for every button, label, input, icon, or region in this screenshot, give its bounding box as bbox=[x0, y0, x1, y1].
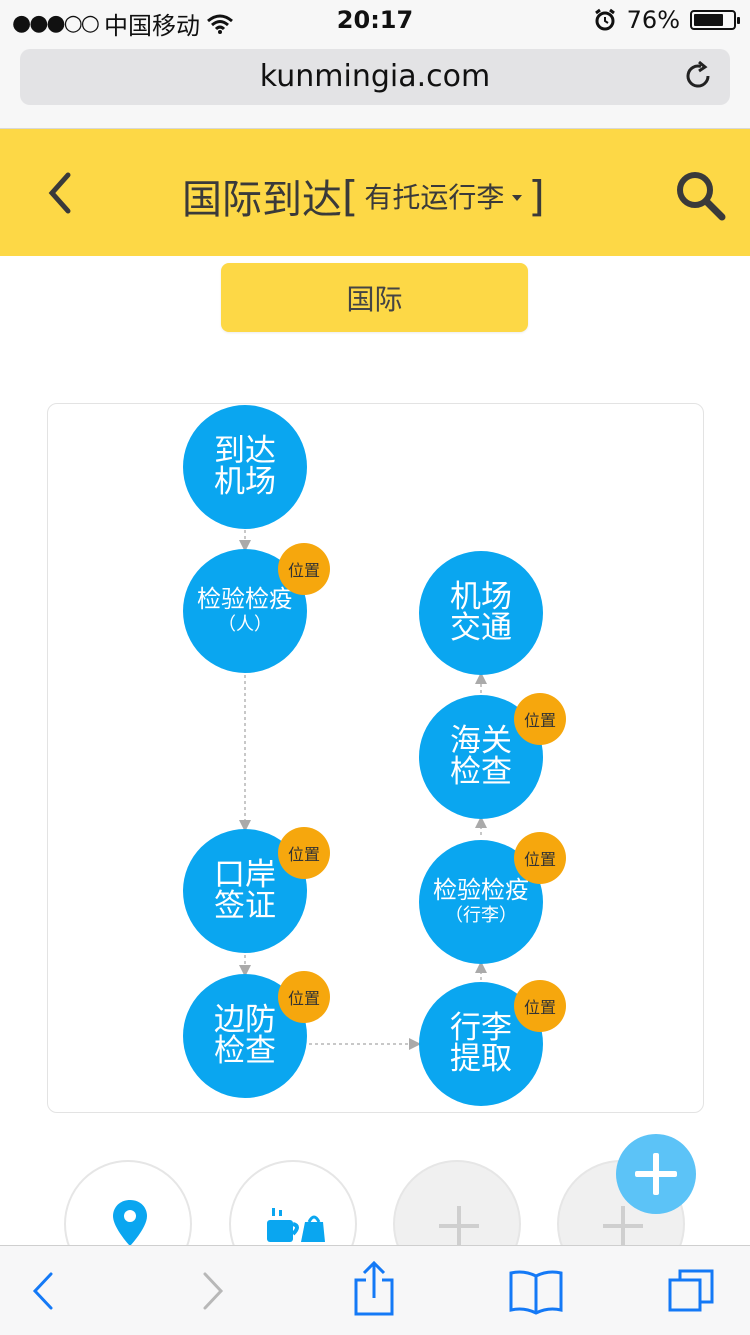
node-label-line1: 检验检疫 bbox=[197, 585, 293, 613]
location-badge[interactable]: 位置 bbox=[514, 693, 566, 745]
node-label-line2: 交通 bbox=[450, 610, 512, 646]
flow-node-airport-transport[interactable]: 机场 交通 bbox=[419, 551, 543, 675]
node-label-line1: 到达 bbox=[214, 433, 276, 469]
node-label-line2: 检查 bbox=[214, 1033, 276, 1069]
node-label-line1: 海关 bbox=[450, 723, 512, 759]
location-badge[interactable]: 位置 bbox=[514, 980, 566, 1032]
node-label-line1: 边防 bbox=[214, 1002, 276, 1038]
share-icon[interactable] bbox=[349, 1260, 399, 1318]
node-label-line1: 机场 bbox=[450, 579, 512, 615]
node-label-line1: 行李 bbox=[450, 1010, 512, 1046]
location-badge[interactable]: 位置 bbox=[278, 971, 330, 1023]
node-label-line2: 检查 bbox=[450, 754, 512, 790]
tabs-icon[interactable] bbox=[666, 1266, 716, 1316]
back-icon[interactable] bbox=[20, 1266, 70, 1316]
forward-icon[interactable] bbox=[186, 1266, 236, 1316]
category-tab-international[interactable]: 国际 bbox=[221, 263, 528, 332]
filter-label[interactable]: 有托运行李 bbox=[364, 176, 504, 216]
location-pin-icon bbox=[113, 1200, 147, 1246]
alarm-icon bbox=[594, 8, 615, 31]
status-bar: ●●●○○ 中国移动 20:17 76% bbox=[0, 0, 750, 40]
browser-address-area: kunmingia.com bbox=[0, 40, 750, 129]
bracket-open: [ bbox=[342, 171, 359, 221]
node-label-line1: 检验检疫 bbox=[433, 876, 529, 904]
node-label-line2: （行李） bbox=[445, 905, 517, 926]
flow-connectors bbox=[239, 530, 487, 1050]
plus-icon bbox=[439, 1206, 479, 1246]
plus-icon bbox=[603, 1206, 643, 1246]
node-label-line2: 机场 bbox=[214, 464, 276, 500]
node-label-line2: 提取 bbox=[450, 1041, 512, 1077]
location-badge[interactable]: 位置 bbox=[278, 827, 330, 879]
url-text[interactable]: kunmingia.com bbox=[20, 59, 730, 94]
back-arrow-icon[interactable] bbox=[36, 169, 84, 217]
shopping-icon bbox=[267, 1208, 325, 1242]
battery-percent: 76% bbox=[626, 6, 680, 34]
bracket-close: ] bbox=[528, 171, 545, 221]
baggage-filter-dropdown[interactable]: 有托运行李 bbox=[364, 176, 523, 216]
reload-icon[interactable] bbox=[682, 59, 716, 93]
page-header: 国际到达 [ 有托运行李 ] bbox=[0, 129, 750, 256]
flow-node-arrival[interactable]: 到达 机场 bbox=[183, 405, 307, 529]
search-icon[interactable] bbox=[672, 167, 728, 223]
browser-toolbar bbox=[0, 1245, 750, 1335]
node-label-line1: 口岸 bbox=[214, 857, 276, 893]
location-badge[interactable]: 位置 bbox=[278, 543, 330, 595]
floating-add-button[interactable] bbox=[616, 1134, 696, 1214]
bookmarks-icon[interactable] bbox=[508, 1266, 564, 1316]
node-label-line2: 签证 bbox=[214, 888, 276, 924]
chevron-down-icon[interactable] bbox=[512, 195, 523, 201]
location-badge[interactable]: 位置 bbox=[514, 832, 566, 884]
battery-icon bbox=[690, 10, 740, 30]
node-label-line2: （人） bbox=[218, 614, 272, 635]
status-right: 76% bbox=[593, 6, 740, 34]
category-label[interactable]: 国际 bbox=[346, 278, 402, 318]
page-title-group: 国际到达 [ 有托运行李 ] bbox=[182, 167, 545, 225]
address-bar[interactable]: kunmingia.com bbox=[20, 49, 730, 105]
page-title: 国际到达 bbox=[182, 177, 342, 223]
